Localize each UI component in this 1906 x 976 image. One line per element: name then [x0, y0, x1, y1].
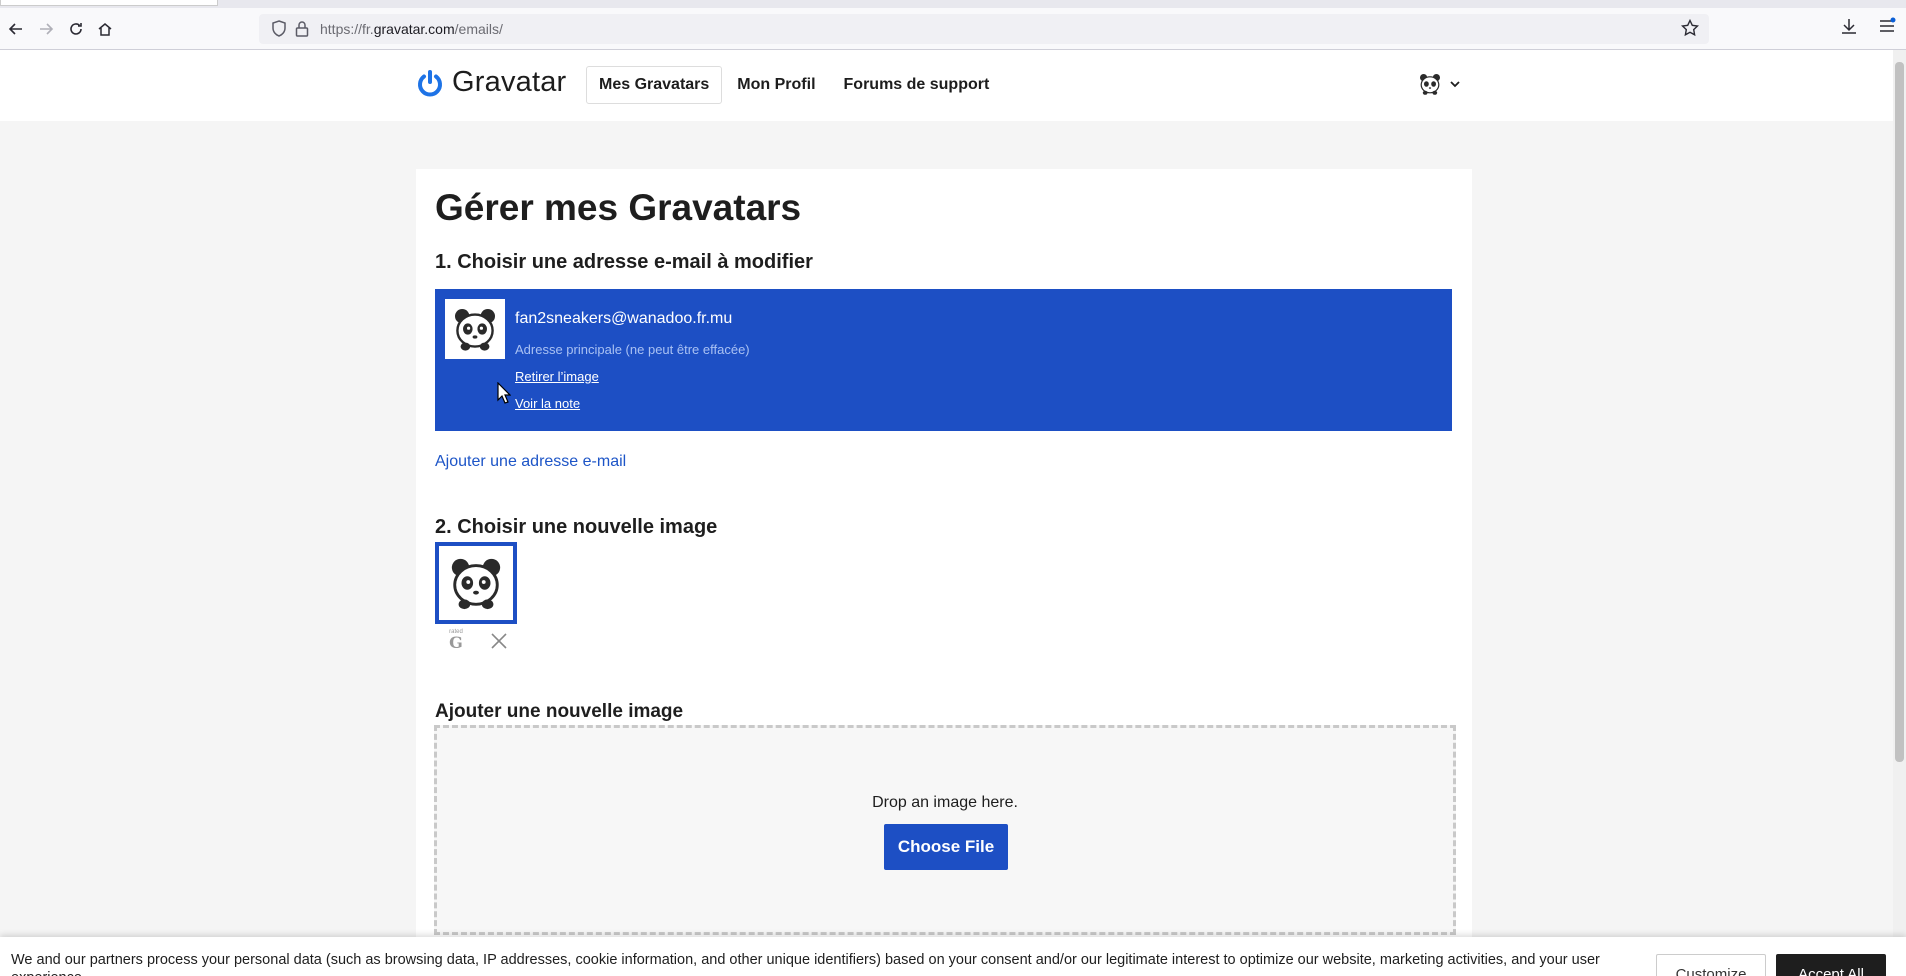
browser-toolbar: https://fr.gravatar.com/emails/	[0, 0, 1906, 50]
rating-letter: G	[449, 633, 463, 652]
mouse-cursor-icon	[497, 382, 511, 404]
customize-button[interactable]: Customize	[1656, 954, 1766, 976]
selected-email-row[interactable]: fan2sneakers@wanadoo.fr.mu Adresse princ…	[435, 289, 1452, 431]
add-email-link[interactable]: Ajouter une adresse e-mail	[435, 453, 626, 471]
cookie-text: We and our partners process your persona…	[11, 952, 1600, 976]
page-title: Gérer mes Gravatars	[435, 187, 802, 228]
download-icon[interactable]	[1840, 17, 1858, 40]
rating-g-icon[interactable]: rated G	[445, 629, 467, 653]
url-path: /emails/	[454, 21, 503, 37]
tab-strip	[0, 0, 1906, 8]
cookie-banner: We and our partners process your persona…	[0, 937, 1906, 976]
nav-mes-gravatars[interactable]: Mes Gravatars	[586, 66, 723, 104]
nav-forums-de-support[interactable]: Forums de support	[831, 66, 1003, 104]
drop-text: Drop an image here.	[872, 794, 1018, 811]
image-drop-zone[interactable]: Drop an image here. Choose File	[434, 725, 1456, 935]
email-address: fan2sneakers@wanadoo.fr.mu	[515, 310, 733, 327]
main-nav: Mes Gravatars Mon Profil Forums de suppo…	[586, 66, 1004, 104]
add-image-title: Ajouter une nouvelle image	[435, 701, 684, 722]
close-icon[interactable]	[490, 632, 508, 655]
back-icon[interactable]	[4, 17, 28, 41]
active-tab[interactable]	[0, 0, 218, 6]
home-icon[interactable]	[93, 17, 117, 41]
avatar	[1420, 74, 1440, 95]
panda-image-icon	[451, 558, 501, 610]
primary-address-note: Adresse principale (ne peut être effacée…	[515, 342, 750, 357]
selected-image[interactable]	[435, 542, 517, 624]
menu-icon[interactable]	[1878, 17, 1896, 40]
nav-mon-profil[interactable]: Mon Profil	[724, 66, 828, 104]
view-rating-link[interactable]: Voir la note	[515, 396, 580, 411]
chevron-down-icon	[1450, 81, 1460, 88]
gravatar-logo-icon	[418, 69, 442, 96]
scrollbar-thumb[interactable]	[1895, 62, 1904, 762]
site-header: Gravatar Mes Gravatars Mon Profil Forums…	[0, 50, 1893, 121]
choose-file-button[interactable]: Choose File	[884, 824, 1008, 870]
url-bar[interactable]: https://fr.gravatar.com/emails/	[259, 14, 1709, 44]
url-domain: gravatar.com	[373, 21, 455, 37]
remove-image-link[interactable]: Retirer l’image	[515, 369, 599, 384]
account-menu[interactable]	[1418, 72, 1462, 96]
panda-avatar-icon	[455, 309, 495, 351]
url-text: https://fr.gravatar.com/emails/	[320, 21, 503, 37]
lock-icon[interactable]	[295, 20, 309, 43]
logo-text: Gravatar	[452, 66, 567, 98]
accept-all-button[interactable]: Accept All	[1776, 954, 1886, 976]
url-prefix: https://fr.	[320, 21, 374, 37]
forward-icon[interactable]	[34, 17, 58, 41]
tracking-shield-icon[interactable]	[271, 20, 287, 43]
bookmark-star-icon[interactable]	[1680, 18, 1700, 42]
step2-title: 2. Choisir une nouvelle image	[435, 516, 718, 538]
reload-icon[interactable]	[64, 17, 88, 41]
manage-gravatars-card: Gérer mes Gravatars 1. Choisir une adres…	[416, 169, 1472, 976]
gravatar-logo[interactable]: Gravatar	[416, 66, 566, 99]
email-avatar	[445, 299, 505, 359]
step1-title: 1. Choisir une adresse e-mail à modifier	[435, 251, 813, 273]
